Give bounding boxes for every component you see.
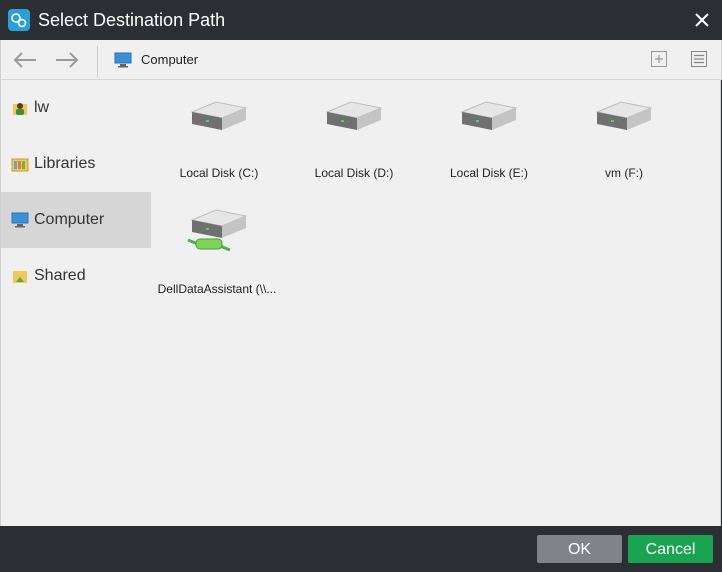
new-folder-button[interactable] bbox=[650, 50, 668, 68]
hard-drive-icon bbox=[460, 101, 518, 130]
drive-item-network[interactable]: DellDataAssistant (\\... bbox=[152, 204, 284, 314]
back-button[interactable] bbox=[11, 49, 39, 71]
libraries-icon bbox=[11, 158, 29, 172]
arrow-right-icon bbox=[56, 52, 79, 68]
sidebar-item-lw[interactable]: lw bbox=[1, 80, 151, 136]
forward-button[interactable] bbox=[53, 49, 81, 71]
list-view-icon bbox=[691, 51, 707, 67]
breadcrumb[interactable]: Computer bbox=[141, 52, 198, 68]
drive-label: Local Disk (E:) bbox=[449, 166, 529, 180]
close-icon bbox=[695, 13, 709, 27]
shared-folder-icon bbox=[13, 271, 27, 283]
app-logo-icon bbox=[8, 9, 30, 31]
drive-label: vm (F:) bbox=[605, 166, 643, 180]
toolbar: Computer bbox=[0, 40, 722, 80]
sidebar-item-libraries[interactable]: Libraries bbox=[1, 136, 151, 192]
arrow-left-icon bbox=[13, 52, 36, 68]
sidebar-item-label: Libraries bbox=[34, 155, 96, 172]
view-mode-button[interactable] bbox=[690, 50, 708, 68]
computer-icon bbox=[114, 52, 132, 73]
sidebar: lw Libraries Computer Shared bbox=[0, 80, 153, 526]
drive-item-f[interactable]: vm (F:) bbox=[559, 88, 689, 198]
drive-item-e[interactable]: Local Disk (E:) bbox=[424, 88, 554, 198]
close-button[interactable] bbox=[688, 6, 716, 34]
drive-item-d[interactable]: Local Disk (D:) bbox=[289, 88, 419, 198]
footer-bar: OK Cancel bbox=[0, 526, 722, 572]
drive-label: Local Disk (D:) bbox=[314, 166, 394, 180]
ok-button[interactable]: OK bbox=[537, 535, 622, 563]
network-drive-icon bbox=[187, 209, 248, 252]
drive-label: Local Disk (C:) bbox=[179, 166, 259, 180]
cancel-button[interactable]: Cancel bbox=[628, 535, 713, 563]
hard-drive-icon bbox=[325, 101, 383, 130]
sidebar-item-label: lw bbox=[34, 99, 50, 116]
sidebar-item-label: Computer bbox=[34, 211, 105, 228]
window-title: Select Destination Path bbox=[38, 10, 226, 30]
drive-label: DellDataAssistant (\\... bbox=[157, 282, 277, 296]
plus-square-icon bbox=[651, 51, 667, 67]
drive-item-c[interactable]: Local Disk (C:) bbox=[154, 88, 284, 198]
title-bar: Select Destination Path bbox=[0, 0, 722, 40]
sidebar-item-label: Shared bbox=[34, 267, 86, 284]
hard-drive-icon bbox=[190, 101, 248, 130]
sidebar-item-computer[interactable]: Computer bbox=[1, 192, 151, 248]
user-folder-icon bbox=[13, 103, 27, 115]
toolbar-divider bbox=[97, 46, 98, 78]
drive-list: Local Disk (C:) Local Disk (D:) Local Di… bbox=[152, 80, 721, 526]
sidebar-item-shared[interactable]: Shared bbox=[1, 248, 151, 304]
computer-icon bbox=[11, 212, 29, 228]
hard-drive-icon bbox=[595, 101, 653, 130]
